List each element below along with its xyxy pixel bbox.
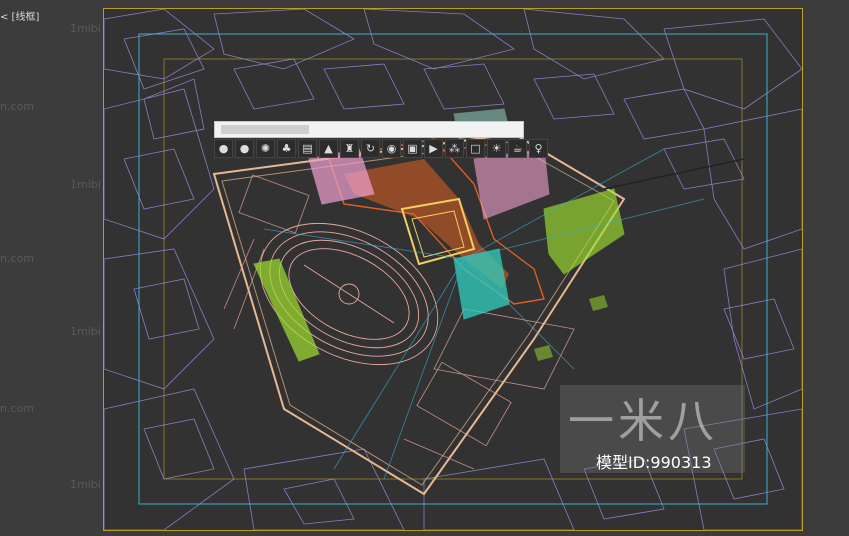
particles-icon[interactable]: ✺ — [256, 139, 275, 158]
side-watermark: 1mibi — [70, 22, 101, 35]
side-watermark-com-2: n.com — [0, 252, 34, 265]
frame-icon[interactable]: ▣ — [403, 139, 422, 158]
viewport-label[interactable]: < [线框] — [0, 8, 39, 23]
camera-target-line — [603, 158, 745, 190]
globe-icon[interactable]: ◉ — [382, 139, 401, 158]
floating-toolbar[interactable]: ● ● ✺ ♣ ▤ ▲ ♜ ↻ ◉ ▣ ▶ ⁂ □ ☀ ☕ ♀ — [214, 121, 548, 159]
play-icon[interactable]: ▶ — [424, 139, 443, 158]
side-watermark-4: 1mibi — [70, 478, 101, 491]
toolbar-title-bar[interactable] — [214, 121, 524, 138]
side-watermark-3: 1mibi — [70, 325, 101, 338]
refresh-icon[interactable]: ↻ — [361, 139, 380, 158]
trees-icon[interactable]: ♣ — [277, 139, 296, 158]
watermark-overlay: 一米八 模型ID:990313 — [560, 385, 745, 473]
toolbar-icon-row: ● ● ✺ ♣ ▤ ▲ ♜ ↻ ◉ ▣ ▶ ⁂ □ ☀ ☕ ♀ — [214, 139, 548, 159]
side-watermark-com-3: n.com — [0, 402, 34, 415]
watermark-logo: 一米八 — [568, 394, 718, 448]
bottle-icon[interactable]: ♜ — [340, 139, 359, 158]
rocket-icon[interactable]: ▲ — [319, 139, 338, 158]
courts-and-paths — [223, 174, 575, 470]
bulb-icon[interactable]: ♀ — [529, 139, 548, 158]
pin-icon[interactable]: ● — [214, 139, 233, 158]
light-icon[interactable]: ☀ — [487, 139, 506, 158]
list-icon[interactable]: ▤ — [298, 139, 317, 158]
square-icon[interactable]: □ — [466, 139, 485, 158]
watermark-model-id: 模型ID:990313 — [596, 453, 712, 472]
grass-icon[interactable]: ⁂ — [445, 139, 464, 158]
teapot-icon[interactable]: ☕ — [508, 139, 527, 158]
sphere-icon[interactable]: ● — [235, 139, 254, 158]
toolbar-title-text — [221, 125, 309, 134]
side-watermark-2: 1mibi — [70, 178, 101, 191]
max-viewport-window: < [线框] 1mibi n.com 1mibi n.com 1mibi n.c… — [0, 0, 849, 536]
side-watermark-com: n.com — [0, 100, 34, 113]
